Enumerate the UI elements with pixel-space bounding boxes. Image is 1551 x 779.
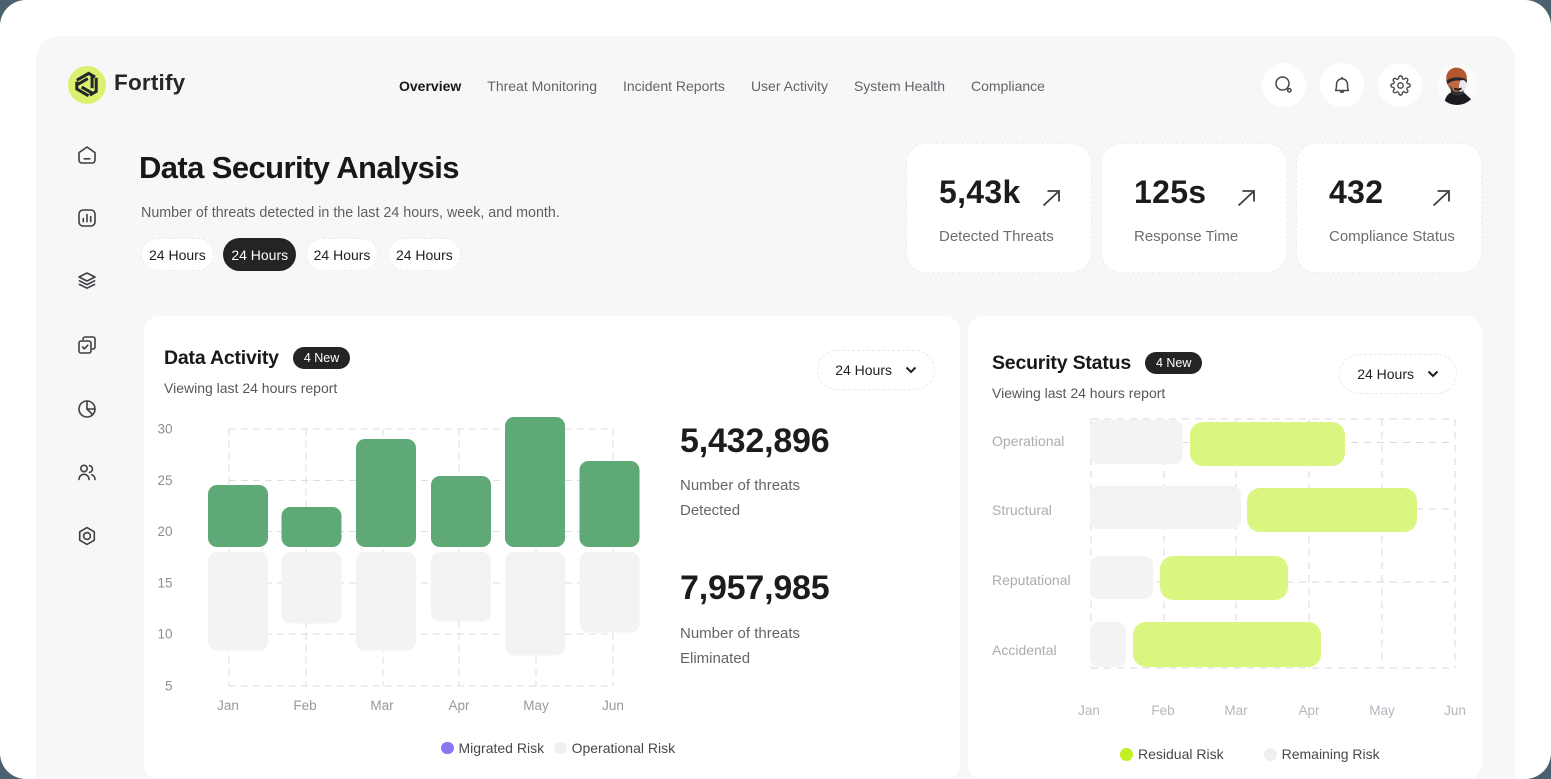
svg-text:Mar: Mar bbox=[370, 698, 394, 713]
svg-text:Jan: Jan bbox=[1078, 703, 1100, 718]
svg-text:Mar: Mar bbox=[1224, 703, 1248, 718]
svg-text:Apr: Apr bbox=[1298, 703, 1320, 718]
svg-text:Structural: Structural bbox=[992, 502, 1052, 518]
svg-text:Jan: Jan bbox=[217, 698, 239, 713]
svg-text:Feb: Feb bbox=[1151, 703, 1174, 718]
svg-text:Reputational: Reputational bbox=[992, 572, 1071, 588]
svg-text:20: 20 bbox=[157, 524, 172, 539]
svg-text:Accidental: Accidental bbox=[992, 642, 1057, 658]
svg-text:30: 30 bbox=[157, 422, 172, 437]
svg-text:Feb: Feb bbox=[293, 698, 316, 713]
svg-text:Apr: Apr bbox=[448, 698, 470, 713]
svg-text:15: 15 bbox=[157, 576, 172, 591]
svg-text:May: May bbox=[523, 698, 549, 713]
svg-text:25: 25 bbox=[157, 473, 172, 488]
svg-text:Jun: Jun bbox=[1444, 703, 1466, 718]
svg-text:Jun: Jun bbox=[602, 698, 624, 713]
svg-text:5: 5 bbox=[165, 679, 173, 694]
svg-text:Operational: Operational bbox=[992, 433, 1064, 449]
svg-text:10: 10 bbox=[157, 627, 172, 642]
svg-text:May: May bbox=[1369, 703, 1395, 718]
